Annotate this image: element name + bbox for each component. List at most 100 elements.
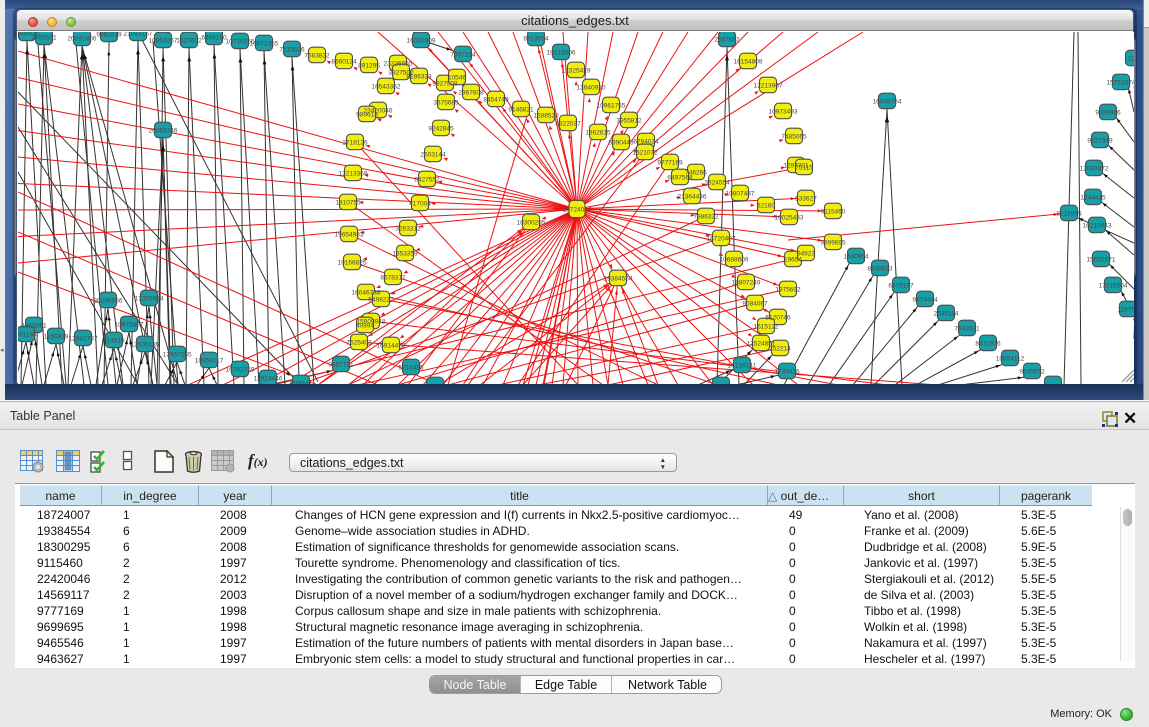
svg-text:12213967: 12213967 xyxy=(754,83,783,90)
svg-text:10025433: 10025433 xyxy=(775,215,804,222)
svg-text:12213369: 12213369 xyxy=(339,171,368,178)
svg-text:1112: 1112 xyxy=(1127,56,1134,63)
svg-text:9329966: 9329966 xyxy=(1095,110,1121,117)
svg-text:12093872: 12093872 xyxy=(1080,166,1109,173)
svg-text:989613: 989613 xyxy=(356,112,378,119)
svg-text:10853267: 10853267 xyxy=(149,38,178,45)
svg-text:75115: 75115 xyxy=(795,165,813,172)
svg-text:16210643: 16210643 xyxy=(1083,223,1112,230)
svg-text:10546: 10546 xyxy=(448,75,466,82)
svg-text:2405571: 2405571 xyxy=(31,35,57,42)
svg-text:10654112: 10654112 xyxy=(996,356,1025,363)
svg-text:6120746: 6120746 xyxy=(765,315,791,322)
svg-text:18807249: 18807249 xyxy=(732,280,761,287)
svg-text:12923446: 12923446 xyxy=(254,376,283,383)
svg-text:17957255: 17957255 xyxy=(163,352,192,359)
svg-text:18724007: 18724007 xyxy=(563,207,592,214)
svg-text:9115460: 9115460 xyxy=(821,209,846,216)
svg-text:1156829: 1156829 xyxy=(44,334,69,341)
svg-text:3624554: 3624554 xyxy=(704,180,730,187)
svg-text:9961519: 9961519 xyxy=(96,32,122,39)
svg-text:14136141: 14136141 xyxy=(728,363,757,370)
svg-text:6466160: 6466160 xyxy=(201,35,227,42)
svg-text:94923: 94923 xyxy=(797,251,815,258)
svg-text:891295: 891295 xyxy=(358,63,380,70)
svg-text:5498222: 5498222 xyxy=(368,297,394,304)
svg-text:1588520: 1588520 xyxy=(533,113,559,120)
svg-text:1353359: 1353359 xyxy=(392,251,418,258)
svg-text:9084067: 9084067 xyxy=(742,301,768,308)
svg-text:2718126: 2718126 xyxy=(342,140,368,147)
svg-text:8990443: 8990443 xyxy=(608,140,634,147)
svg-text:7663822: 7663822 xyxy=(304,53,330,60)
svg-text:9857791: 9857791 xyxy=(328,362,354,369)
svg-text:3263312: 3263312 xyxy=(395,226,421,233)
svg-text:20053346: 20053346 xyxy=(149,128,178,135)
svg-text:9899695: 9899695 xyxy=(820,240,846,247)
svg-text:12505135: 12505135 xyxy=(131,342,160,349)
svg-text:10688609: 10688609 xyxy=(720,257,749,264)
svg-text:13640910: 13640910 xyxy=(577,85,606,92)
svg-text:18720407: 18720407 xyxy=(707,236,736,243)
svg-text:15751074: 15751074 xyxy=(1107,80,1134,87)
svg-text:3675685: 3675685 xyxy=(433,100,459,107)
svg-text:9227349: 9227349 xyxy=(1087,138,1113,145)
svg-text:8813054: 8813054 xyxy=(523,36,549,43)
svg-text:1640954: 1640954 xyxy=(843,254,869,261)
svg-text:8215955: 8215955 xyxy=(1056,211,1082,218)
svg-text:9242845: 9242845 xyxy=(428,126,454,133)
svg-text:21364436: 21364436 xyxy=(678,194,707,201)
svg-text:8186323: 8186323 xyxy=(406,74,432,81)
svg-text:10958117: 10958117 xyxy=(195,358,224,365)
svg-text:6879197: 6879197 xyxy=(888,283,914,290)
svg-text:40994: 40994 xyxy=(356,323,374,330)
svg-text:19384554: 19384554 xyxy=(604,276,633,283)
svg-text:16033809: 16033809 xyxy=(407,38,436,45)
svg-text:1733426: 1733426 xyxy=(774,369,800,376)
svg-text:9777169: 9777169 xyxy=(657,160,683,167)
svg-text:9146821: 9146821 xyxy=(508,107,534,114)
svg-text:62160: 62160 xyxy=(757,203,775,210)
svg-text:8471876: 8471876 xyxy=(975,341,1001,348)
svg-text:10973493: 10973493 xyxy=(769,109,798,116)
svg-text:6794024: 6794024 xyxy=(633,139,659,146)
svg-text:1975692: 1975692 xyxy=(775,287,801,294)
svg-text:16543362: 16543362 xyxy=(372,84,401,91)
svg-text:7632621: 7632621 xyxy=(954,326,980,333)
svg-text:8454749: 8454749 xyxy=(483,97,509,104)
svg-text:8938923: 8938923 xyxy=(867,266,893,273)
svg-text:8322037: 8322037 xyxy=(555,121,581,128)
svg-text:7955812: 7955812 xyxy=(616,118,642,125)
svg-text:114519: 114519 xyxy=(103,338,125,345)
svg-text:17016504: 17016504 xyxy=(1099,283,1128,290)
svg-text:9827508: 9827508 xyxy=(432,81,458,88)
svg-text:8678312: 8678312 xyxy=(380,275,406,282)
svg-text:7986322: 7986322 xyxy=(693,214,719,221)
svg-text:16782759: 16782759 xyxy=(226,367,255,374)
svg-text:2935114: 2935114 xyxy=(934,311,959,318)
svg-text:5716485: 5716485 xyxy=(398,365,424,372)
svg-text:9474444: 9474444 xyxy=(912,297,938,304)
svg-text:7625402: 7625402 xyxy=(346,340,372,347)
svg-text:15692971: 15692971 xyxy=(1087,257,1116,264)
svg-text:6497568: 6497568 xyxy=(667,175,693,182)
svg-text:1315061: 1315061 xyxy=(21,323,47,330)
svg-text:1615112: 1615112 xyxy=(754,324,779,331)
svg-text:2687682: 2687682 xyxy=(714,37,740,44)
svg-text:7357224: 7357224 xyxy=(450,52,476,59)
svg-text:23226055: 23226055 xyxy=(384,61,413,68)
svg-text:2967608: 2967608 xyxy=(458,90,484,97)
svg-text:10961755: 10961755 xyxy=(597,103,626,110)
svg-text:20691406: 20691406 xyxy=(68,36,97,43)
svg-text:1810755: 1810755 xyxy=(335,200,361,207)
svg-text:8660124: 8660124 xyxy=(331,59,357,66)
svg-text:19218506: 19218506 xyxy=(547,50,576,57)
svg-text:20206556: 20206556 xyxy=(94,298,123,305)
svg-text:18300295: 18300295 xyxy=(517,220,546,227)
svg-text:19654: 19654 xyxy=(784,257,802,264)
svg-text:16914479: 16914479 xyxy=(377,343,406,350)
svg-text:10975887: 10975887 xyxy=(115,322,144,329)
svg-text:16046738: 16046738 xyxy=(352,290,381,297)
svg-text:1244415: 1244415 xyxy=(1080,195,1106,202)
svg-text:7515526: 7515526 xyxy=(279,47,305,54)
